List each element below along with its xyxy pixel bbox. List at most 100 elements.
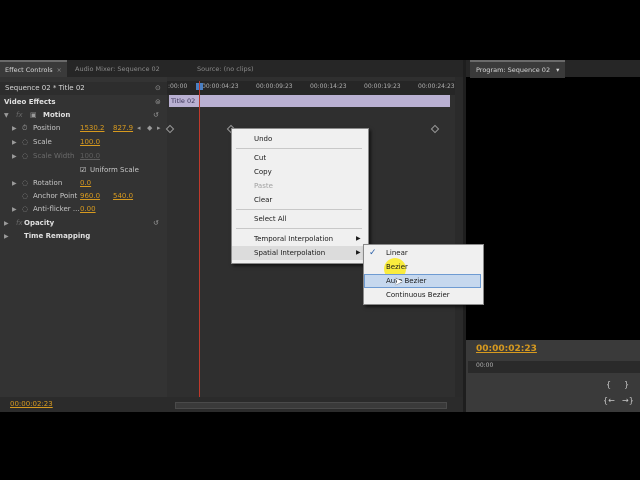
- time-remapping-row[interactable]: ▶ Time Remapping: [0, 230, 167, 243]
- reset-icon[interactable]: ↺: [153, 109, 159, 122]
- expand-arrow-icon[interactable]: ▶: [12, 177, 17, 190]
- anchor-y-value[interactable]: 540.0: [113, 190, 133, 203]
- clip-label: Title 02: [171, 97, 196, 105]
- fx-icon[interactable]: fx: [16, 217, 23, 230]
- tab-effect-controls[interactable]: Effect Controls ×: [0, 60, 67, 78]
- ruler-tick: 00:00:09:23: [256, 83, 293, 90]
- rotation-label: Rotation: [33, 179, 63, 187]
- playhead-line[interactable]: [199, 81, 200, 403]
- top-black-band: [0, 0, 640, 60]
- stopwatch-icon[interactable]: ◌: [22, 177, 28, 190]
- menu-item-clear[interactable]: Clear: [254, 196, 272, 204]
- mark-in-icon[interactable]: {: [606, 380, 611, 389]
- next-keyframe-icon[interactable]: ▸: [157, 122, 161, 135]
- stopwatch-icon[interactable]: ◌: [22, 203, 28, 216]
- position-row: ▶ ⏱ Position 1530.2 827.9 ◂ ◆ ▸: [0, 122, 167, 135]
- submenu-item-continuous-bezier[interactable]: Continuous Bezier: [386, 291, 450, 299]
- uniform-scale-row: ☑ Uniform Scale: [0, 164, 167, 177]
- effects-menu-icon[interactable]: ⊜: [155, 96, 161, 109]
- sequence-title: Sequence 02 * Title 02: [5, 84, 85, 92]
- collapse-arrow-icon[interactable]: ▼: [4, 109, 9, 122]
- program-time-ruler[interactable]: [468, 361, 640, 373]
- rotation-row: ▶ ◌ Rotation 0.0: [0, 177, 167, 190]
- scale-value[interactable]: 100.0: [80, 136, 100, 149]
- anchor-point-row: ◌ Anchor Point 960.0 540.0: [0, 190, 167, 203]
- opacity-row[interactable]: ▶ fx Opacity ↺: [0, 217, 167, 230]
- tab-program-sequence[interactable]: Program: Sequence 02 ▾: [470, 60, 566, 78]
- tab-audio-mixer[interactable]: Audio Mixer: Sequence 02: [70, 62, 165, 76]
- submenu-arrow-icon: ▶: [356, 249, 361, 256]
- program-timecode[interactable]: 00:00:02:23: [476, 344, 537, 354]
- stopwatch-icon[interactable]: ⏱: [22, 122, 27, 135]
- anti-flicker-row: ▶ ◌ Anti-flicker ... 0.00: [0, 203, 167, 216]
- motion-icon: ▣: [30, 111, 37, 119]
- expand-arrow-icon[interactable]: ▶: [4, 217, 9, 230]
- menu-item-copy[interactable]: Copy: [254, 168, 272, 176]
- uniform-scale-checkbox[interactable]: ☑: [80, 164, 86, 177]
- opacity-label: Opacity: [24, 219, 55, 227]
- stopwatch-icon[interactable]: ◌: [22, 136, 28, 149]
- mouse-pointer-icon: ➤: [394, 275, 404, 288]
- expand-arrow-icon: ▶: [12, 153, 17, 160]
- ruler-tick: 00:00:04:23: [202, 83, 239, 90]
- expand-arrow-icon[interactable]: ▶: [12, 203, 17, 216]
- position-x-value[interactable]: 1530.2: [80, 122, 105, 135]
- menu-item-select-all[interactable]: Select All: [254, 215, 287, 223]
- go-to-out-icon[interactable]: →}: [622, 396, 634, 405]
- anchor-x-value[interactable]: 960.0: [80, 190, 100, 203]
- checkmark-icon: ✓: [369, 248, 377, 258]
- video-effects-row: Video Effects ⊜: [0, 96, 167, 109]
- motion-row[interactable]: ▼ fx ▣ Motion ↺: [0, 109, 167, 122]
- bottom-black-band: [0, 412, 640, 480]
- anti-flicker-value[interactable]: 0.00: [80, 203, 96, 216]
- motion-label: Motion: [43, 111, 71, 119]
- program-tab-label: Program: Sequence 02: [476, 66, 551, 74]
- submenu-item-auto-bezier[interactable]: Auto Bezier: [386, 277, 426, 285]
- menu-item-spatial-interpolation[interactable]: Spatial Interpolation: [254, 249, 325, 257]
- anchor-point-label: Anchor Point: [33, 192, 78, 200]
- scale-row: ▶ ◌ Scale 100.0: [0, 136, 167, 149]
- menu-item-paste: Paste: [254, 182, 273, 190]
- scale-width-value: 100.0: [80, 152, 101, 160]
- close-icon[interactable]: ×: [57, 67, 62, 74]
- menu-item-undo[interactable]: Undo: [254, 135, 272, 143]
- ruler-tick: 00:00:19:23: [364, 83, 401, 90]
- position-y-value[interactable]: 827.9: [113, 122, 133, 135]
- scale-width-label: Scale Width: [33, 152, 75, 160]
- current-time-display[interactable]: 00:00:02:23: [10, 400, 53, 408]
- tab-effect-controls-label: Effect Controls: [5, 66, 53, 74]
- menu-separator: [236, 209, 362, 210]
- scale-label: Scale: [33, 138, 52, 146]
- expand-arrow-icon[interactable]: ▶: [12, 122, 17, 135]
- mark-out-icon[interactable]: }: [624, 380, 629, 389]
- tab-source[interactable]: Source: (no clips): [192, 62, 259, 76]
- stopwatch-icon: ◌: [22, 152, 29, 160]
- anti-flicker-label: Anti-flicker ...: [33, 205, 80, 213]
- add-keyframe-icon[interactable]: ◆: [147, 122, 152, 135]
- video-effects-heading: Video Effects: [4, 98, 56, 106]
- panel-menu-icon[interactable]: ⊙: [155, 82, 161, 95]
- scale-width-row: ▶ ◌ Scale Width 100.0: [0, 150, 167, 163]
- submenu-item-linear[interactable]: Linear: [386, 249, 408, 257]
- sequence-title-row: Sequence 02 * Title 02 ⊙: [0, 82, 167, 95]
- ruler-tick: :00:00: [168, 83, 188, 90]
- menu-item-temporal-interpolation[interactable]: Temporal Interpolation: [254, 235, 333, 243]
- menu-separator: [236, 228, 362, 229]
- prev-keyframe-icon[interactable]: ◂: [137, 122, 141, 135]
- ruler-tick: 00:00:14:23: [310, 83, 347, 90]
- dropdown-icon[interactable]: ▾: [556, 66, 559, 74]
- rotation-value[interactable]: 0.0: [80, 177, 91, 190]
- clip-bar[interactable]: [169, 95, 450, 107]
- submenu-arrow-icon: ▶: [356, 235, 361, 242]
- horizontal-scrollbar[interactable]: [175, 402, 447, 409]
- go-to-in-icon[interactable]: {←: [603, 396, 615, 405]
- menu-item-cut[interactable]: Cut: [254, 154, 266, 162]
- uniform-scale-label: Uniform Scale: [90, 166, 139, 174]
- expand-arrow-icon[interactable]: ▶: [4, 230, 9, 243]
- expand-arrow-icon[interactable]: ▶: [12, 136, 17, 149]
- fx-icon[interactable]: fx: [16, 109, 23, 122]
- submenu-item-bezier[interactable]: Bezier: [386, 263, 408, 271]
- reset-icon[interactable]: ↺: [153, 217, 159, 230]
- stopwatch-icon[interactable]: ◌: [22, 190, 28, 203]
- ruler-tick: 00:00:24:23: [418, 83, 455, 90]
